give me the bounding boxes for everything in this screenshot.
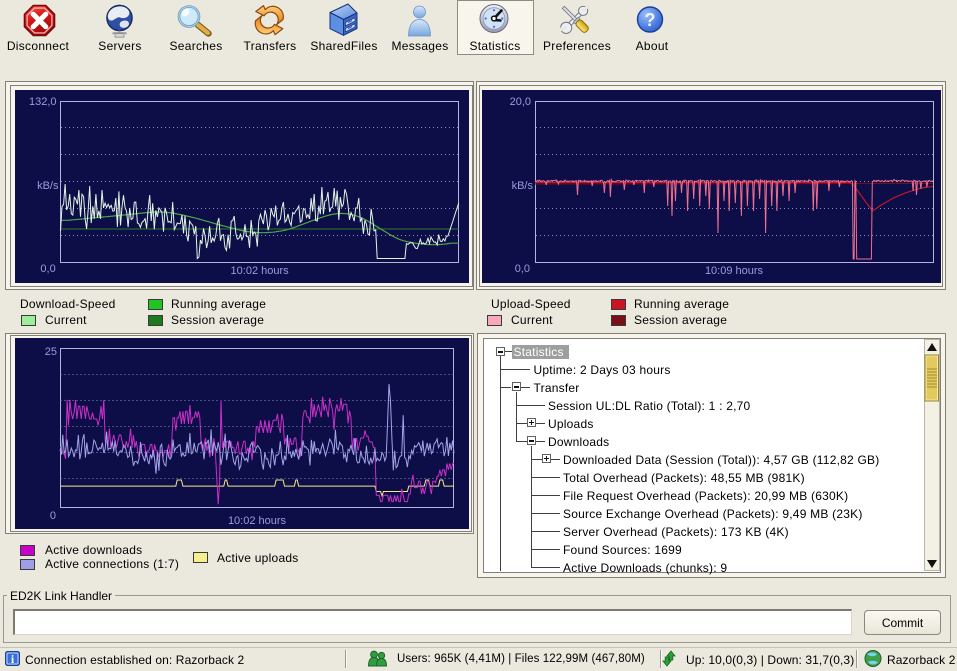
svg-text:?: ? <box>645 10 656 30</box>
svg-text:10:02 hours: 10:02 hours <box>228 515 287 527</box>
svg-text:10:02 hours: 10:02 hours <box>231 265 290 277</box>
svg-text:0,0: 0,0 <box>40 263 55 275</box>
svg-text:132,0: 132,0 <box>29 96 57 108</box>
svg-text:kB/s: kB/s <box>512 180 534 192</box>
svg-text:20,0: 20,0 <box>510 96 531 108</box>
svg-text:0: 0 <box>50 510 56 522</box>
svg-text:kB/s: kB/s <box>37 180 59 192</box>
svg-text:0,0: 0,0 <box>515 263 530 275</box>
svg-text:25: 25 <box>45 346 57 358</box>
svg-text:10:09 hours: 10:09 hours <box>705 265 764 277</box>
